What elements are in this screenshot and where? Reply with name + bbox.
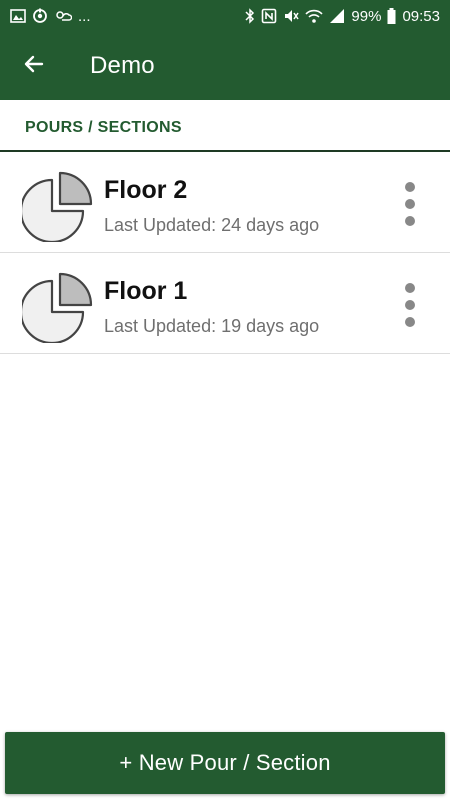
more-vertical-icon-dot	[405, 300, 415, 310]
more-vertical-icon-dot	[405, 317, 415, 327]
wifi-icon	[305, 8, 324, 24]
section-title: POURS / SECTIONS	[25, 119, 182, 136]
more-vertical-icon-dot	[405, 199, 415, 209]
status-more-text: ...	[78, 7, 91, 25]
image-icon	[10, 9, 26, 23]
list-item-subtitle: Last Updated: 24 days ago	[104, 215, 320, 235]
back-button[interactable]	[0, 32, 68, 100]
more-vertical-icon-dot	[405, 216, 415, 226]
signal-icon	[329, 8, 345, 24]
list-item[interactable]: Floor 1 Last Updated: 19 days ago	[0, 253, 450, 354]
pie-chart-icon	[19, 170, 94, 244]
sync-icon	[32, 8, 48, 24]
list-item-subtitle: Last Updated: 19 days ago	[104, 316, 320, 336]
screen: ... 99% 09:53 Demo POURS / SECTIONS Floo…	[0, 0, 450, 800]
pie-chart-icon	[19, 271, 94, 345]
app-bar: Demo	[0, 32, 450, 100]
list-item-title: Floor 2	[104, 176, 188, 204]
new-pour-section-button[interactable]: + New Pour / Section	[5, 732, 445, 794]
more-vertical-icon	[405, 283, 415, 293]
battery-percent: 99%	[351, 7, 382, 25]
status-bar: ... 99% 09:53	[0, 0, 450, 32]
list-item[interactable]: Floor 2 Last Updated: 24 days ago	[0, 152, 450, 253]
list-item-text: Floor 1 Last Updated: 19 days ago	[104, 275, 319, 337]
pours-list: Floor 2 Last Updated: 24 days ago Floor …	[0, 152, 450, 354]
section-header: POURS / SECTIONS	[0, 100, 450, 152]
list-item-title: Floor 1	[104, 277, 188, 305]
arrow-left-icon	[22, 52, 46, 81]
mute-icon	[283, 8, 300, 24]
status-bar-right: 99% 09:53	[245, 8, 440, 25]
nfc-icon	[261, 8, 277, 24]
weather-icon	[54, 9, 72, 23]
bluetooth-icon	[245, 8, 255, 24]
more-options-button[interactable]	[398, 283, 422, 327]
status-bar-left: ...	[10, 8, 91, 25]
page-title: Demo	[90, 52, 155, 79]
status-time: 09:53	[402, 7, 440, 25]
more-options-button[interactable]	[398, 182, 422, 226]
list-item-text: Floor 2 Last Updated: 24 days ago	[104, 174, 319, 236]
battery-icon	[387, 8, 396, 24]
more-vertical-icon	[405, 182, 415, 192]
